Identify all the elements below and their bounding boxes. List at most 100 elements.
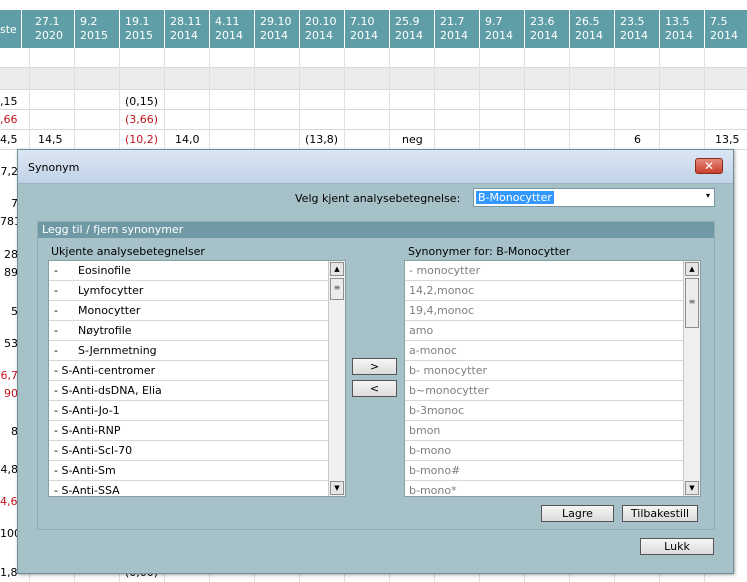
column-header-year: 2014 — [440, 29, 468, 42]
list-item[interactable]: b-mono# — [405, 461, 683, 481]
list-item[interactable]: - monocytter — [405, 261, 683, 281]
column-header[interactable]: 28.11 2014 — [165, 10, 210, 48]
remove-synonym-button[interactable]: < — [352, 380, 397, 397]
list-item[interactable]: - Lymfocytter — [49, 281, 328, 301]
list-item-label: - S-Anti-dsDNA, Elia — [54, 384, 162, 397]
column-header[interactable]: 4.11 2014 — [210, 10, 255, 48]
edge-value: 7,2 — [0, 165, 19, 178]
scroll-up-icon[interactable]: ▲ — [685, 262, 699, 276]
edge-header-label: ste — [0, 23, 17, 36]
list-item[interactable]: b-mono — [405, 441, 683, 461]
column-header[interactable]: 21.7 2014 — [435, 10, 480, 48]
column-header[interactable]: 7.10 2014 — [345, 10, 390, 48]
column-header[interactable]: 9.7 2014 — [480, 10, 525, 48]
column-header[interactable]: 29.10 2014 — [255, 10, 300, 48]
column-header-date: 7.5 — [710, 15, 728, 28]
column-header-date: 19.1 — [125, 15, 150, 28]
list-item[interactable]: b-mono* — [405, 481, 683, 496]
list-item[interactable]: amo — [405, 321, 683, 341]
row3-value: (10,2) — [125, 133, 159, 146]
column-header-year: 2020 — [35, 29, 63, 42]
column-header-date: 26.5 — [575, 15, 600, 28]
column-header[interactable]: 25.9 2014 — [390, 10, 435, 48]
column-header[interactable]: 13.5 2014 — [660, 10, 705, 48]
reset-button[interactable]: Tilbakestill — [622, 505, 698, 522]
row3-value: neg — [402, 133, 423, 146]
row1-value: (0,15) — [125, 95, 159, 108]
list-item-label: S-Jernmetning — [78, 344, 157, 357]
row3-value: 13,5 — [715, 133, 740, 146]
row3-value: 14,0 — [175, 133, 200, 146]
list-item[interactable]: 19,4,monoc — [405, 301, 683, 321]
column-header-year: 2014 — [575, 29, 603, 42]
edge-value: 4,60 — [0, 495, 18, 508]
list-item[interactable]: - Nøytrofile — [49, 321, 328, 341]
edge-value: 6,7 — [0, 369, 19, 382]
list-item[interactable]: - Eosinofile — [49, 261, 328, 281]
column-header-year: 2015 — [125, 29, 153, 42]
analysis-select[interactable]: B-Monocytter ▾ — [473, 188, 715, 207]
synonym-dialog: Synonym ✕ Velg kjent analysebetegnelse: … — [17, 149, 734, 574]
chevron-down-icon[interactable]: ▾ — [706, 191, 710, 200]
close-button[interactable]: Lukk — [640, 538, 714, 555]
edge-value: 100 — [0, 527, 18, 540]
grid-row — [0, 48, 747, 68]
scroll-thumb[interactable]: ≡ — [330, 278, 344, 300]
dialog-title: Synonym — [28, 161, 80, 174]
save-button[interactable]: Lagre — [541, 505, 614, 522]
list-item[interactable]: - S-Jernmetning — [49, 341, 328, 361]
list-item-label: - S-Anti-SSA — [54, 484, 120, 497]
synonym-list[interactable]: - monocytter 14,2,monoc 19,4,monoc amo a-mon… — [404, 260, 701, 497]
scroll-down-icon[interactable]: ▼ — [330, 481, 344, 495]
list-item[interactable]: 14,2,monoc — [405, 281, 683, 301]
unknown-analyses-list[interactable]: - Eosinofile - Lymfocytter - Monocytter - Nøytr… — [48, 260, 346, 497]
scroll-thumb[interactable]: ≡ — [685, 278, 699, 328]
list-item-label: - S-Anti-Sm — [54, 464, 116, 477]
right-list-header: Synonymer for: B-Monocytter — [408, 245, 571, 258]
dialog-titlebar: Synonym ✕ — [18, 150, 733, 184]
list-item-dash: - — [54, 344, 58, 357]
close-icon[interactable]: ✕ — [695, 158, 723, 174]
list-item[interactable]: bmon — [405, 421, 683, 441]
list-item[interactable]: b-3monoc — [405, 401, 683, 421]
list-item[interactable]: - S-Anti-Jo-1 — [49, 401, 328, 421]
list-item[interactable]: a-monoc — [405, 341, 683, 361]
left-scrollbar[interactable]: ▲ ≡ ▼ — [328, 261, 345, 496]
list-item[interactable]: - S-Anti-centromer — [49, 361, 328, 381]
scroll-down-icon[interactable]: ▼ — [685, 481, 699, 495]
edge-value: 90 — [4, 387, 18, 400]
column-header[interactable]: 27.1 2020 — [30, 10, 75, 48]
list-item[interactable]: b~monocytter — [405, 381, 683, 401]
list-item[interactable]: - S-Anti-Sm — [49, 461, 328, 481]
row3-value: (13,8) — [305, 133, 339, 146]
column-header-date: 23.5 — [620, 15, 645, 28]
scroll-up-icon[interactable]: ▲ — [330, 262, 344, 276]
column-header-year: 2014 — [170, 29, 198, 42]
list-item[interactable]: - S-Anti-SSA — [49, 481, 328, 497]
grid-row[interactable] — [0, 110, 747, 130]
column-header-year: 2014 — [710, 29, 738, 42]
column-header[interactable]: 19.1 2015 — [120, 10, 165, 48]
list-item-dash: - — [54, 304, 58, 317]
column-header[interactable]: 20.10 2014 — [300, 10, 345, 48]
column-header[interactable]: 26.5 2014 — [570, 10, 615, 48]
column-header[interactable]: 23.6 2014 — [525, 10, 570, 48]
grid-row[interactable] — [0, 90, 747, 110]
column-header-year: 2014 — [530, 29, 558, 42]
add-synonym-button[interactable]: > — [352, 358, 397, 375]
right-scrollbar[interactable]: ▲ ≡ ▼ — [683, 261, 700, 496]
list-item[interactable]: - S-Anti-RNP — [49, 421, 328, 441]
select-value: B-Monocytter — [476, 191, 554, 204]
list-item[interactable]: - Monocytter — [49, 301, 328, 321]
list-item[interactable]: b- monocytter — [405, 361, 683, 381]
group-title: Legg til / fjern synonymer — [38, 222, 714, 238]
column-header[interactable]: 23.5 2014 — [615, 10, 660, 48]
list-item-label: - S-Anti-Jo-1 — [54, 404, 120, 417]
column-header-year: 2014 — [260, 29, 288, 42]
column-header[interactable]: 9.2 2015 — [75, 10, 120, 48]
column-header[interactable]: 7.5 2014 — [705, 10, 747, 48]
list-item[interactable]: - S-Anti-Scl-70 — [49, 441, 328, 461]
list-item[interactable]: - S-Anti-dsDNA, Elia — [49, 381, 328, 401]
list-item-label: Nøytrofile — [78, 324, 132, 337]
column-header-date: 20.10 — [305, 15, 337, 28]
